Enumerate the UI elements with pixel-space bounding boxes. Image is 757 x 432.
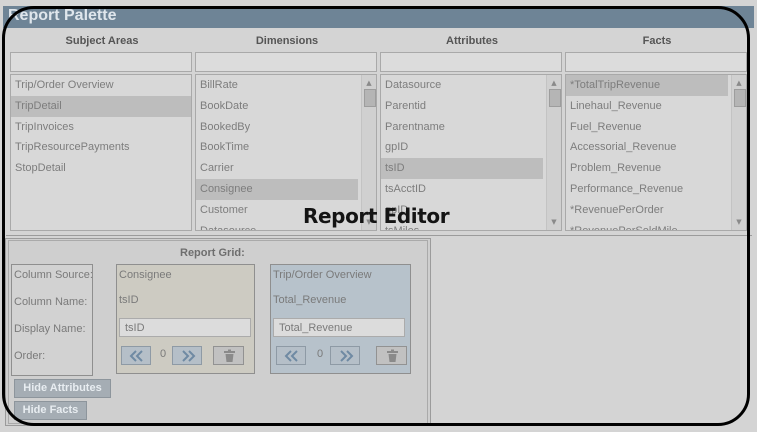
subject-areas-search-input[interactable] (10, 52, 192, 72)
column-name-value: tsID (119, 294, 139, 306)
scroll-up-icon[interactable]: ▲ (362, 79, 376, 87)
scroll-up-icon[interactable]: ▲ (732, 79, 746, 87)
delete-column-button[interactable] (213, 346, 244, 365)
grid-column-consignee[interactable]: Consignee tsID tsID 0 (116, 264, 255, 374)
list-item[interactable]: gpID (381, 137, 543, 158)
list-item-selected[interactable]: tsID (381, 158, 543, 179)
list-item[interactable]: Trip/Order Overview (11, 75, 191, 96)
list-item[interactable]: TripResourcePayments (11, 137, 191, 158)
report-editor-title: Report Editor (303, 204, 450, 228)
move-left-button[interactable] (121, 346, 151, 365)
move-left-button[interactable] (276, 346, 306, 365)
attributes-scrollbar[interactable]: ▲ ▼ (546, 75, 561, 230)
list-item[interactable]: Linehaul_Revenue (566, 96, 728, 117)
chevron-right-icon (340, 350, 354, 362)
facts-scrollbar[interactable]: ▲ ▼ (731, 75, 746, 230)
list-item[interactable]: Fuel_Revenue (566, 117, 728, 138)
list-item[interactable]: BillRate (196, 75, 358, 96)
list-item[interactable]: Datasource (381, 75, 543, 96)
scroll-up-icon[interactable]: ▲ (547, 79, 561, 87)
hide-attributes-button[interactable]: Hide Attributes (14, 379, 111, 398)
chevron-right-icon (182, 350, 196, 362)
subject-areas-header: Subject Areas (65, 35, 139, 47)
scroll-down-icon[interactable]: ▼ (732, 218, 746, 226)
column-name-label: Column Name: (14, 296, 88, 308)
list-item[interactable]: BookTime (196, 137, 358, 158)
list-item[interactable]: Performance_Revenue (566, 179, 728, 200)
dimensions-search-input[interactable] (195, 52, 377, 72)
list-item[interactable]: tsAcctID (381, 179, 543, 200)
list-item[interactable]: Problem_Revenue (566, 158, 728, 179)
scroll-down-icon[interactable]: ▼ (547, 218, 561, 226)
chevron-left-icon (129, 350, 143, 362)
delete-column-button[interactable] (376, 346, 407, 365)
move-right-button[interactable] (330, 346, 360, 365)
list-item-selected[interactable]: Consignee (196, 178, 358, 200)
report-builder-screen: Report Palette Subject Areas Trip/Order … (0, 0, 757, 432)
list-item[interactable]: StopDetail (11, 158, 191, 179)
list-item[interactable]: BookedBy (196, 117, 358, 138)
section-divider (6, 235, 752, 236)
column-source-value: Trip/Order Overview (273, 269, 372, 281)
scroll-thumb[interactable] (549, 89, 561, 107)
attributes-search-input[interactable] (380, 52, 562, 72)
palette-title: Report Palette (8, 7, 117, 24)
column-source-value: Consignee (119, 269, 172, 281)
trash-icon (224, 349, 235, 362)
list-item-selected[interactable]: *TotalTripRevenue (566, 75, 728, 96)
dimensions-header: Dimensions (255, 35, 319, 47)
facts-header: Facts (642, 35, 672, 47)
attributes-header: Attributes (446, 35, 498, 47)
order-label: Order: (14, 350, 46, 362)
column-source-label: Column Source: (14, 269, 93, 281)
list-item[interactable]: Parentid (381, 96, 543, 117)
list-item[interactable]: Accessorial_Revenue (566, 137, 728, 158)
facts-list[interactable]: *TotalTripRevenue Linehaul_Revenue Fuel_… (565, 74, 747, 231)
facts-search-input[interactable] (565, 52, 747, 72)
order-value: 0 (160, 348, 167, 360)
chevron-left-icon (284, 350, 298, 362)
scroll-thumb[interactable] (364, 89, 376, 107)
display-name-label: Display Name: (14, 323, 86, 335)
list-item[interactable]: Parentname (381, 117, 543, 138)
list-item[interactable]: *RevenuePerSoldMile (566, 221, 728, 230)
grid-column-total-revenue[interactable]: Trip/Order Overview Total_Revenue Total_… (270, 264, 411, 374)
trash-icon (387, 349, 398, 362)
subject-areas-list[interactable]: Trip/Order Overview TripDetail TripInvoi… (10, 74, 192, 231)
list-item[interactable]: Carrier (196, 158, 358, 179)
list-item[interactable]: *RevenuePerOrder (566, 200, 728, 221)
list-item[interactable]: TripInvoices (11, 117, 191, 138)
order-value: 0 (317, 348, 324, 360)
scroll-thumb[interactable] (734, 89, 746, 107)
report-grid-title: Report Grid: (180, 247, 245, 259)
column-name-value: Total_Revenue (273, 294, 347, 306)
list-item[interactable]: BookDate (196, 96, 358, 117)
display-name-field[interactable]: tsID (119, 318, 251, 337)
display-name-field[interactable]: Total_Revenue (273, 318, 405, 337)
list-item-selected[interactable]: TripDetail (11, 95, 191, 117)
move-right-button[interactable] (172, 346, 202, 365)
hide-facts-button[interactable]: Hide Facts (14, 401, 87, 420)
